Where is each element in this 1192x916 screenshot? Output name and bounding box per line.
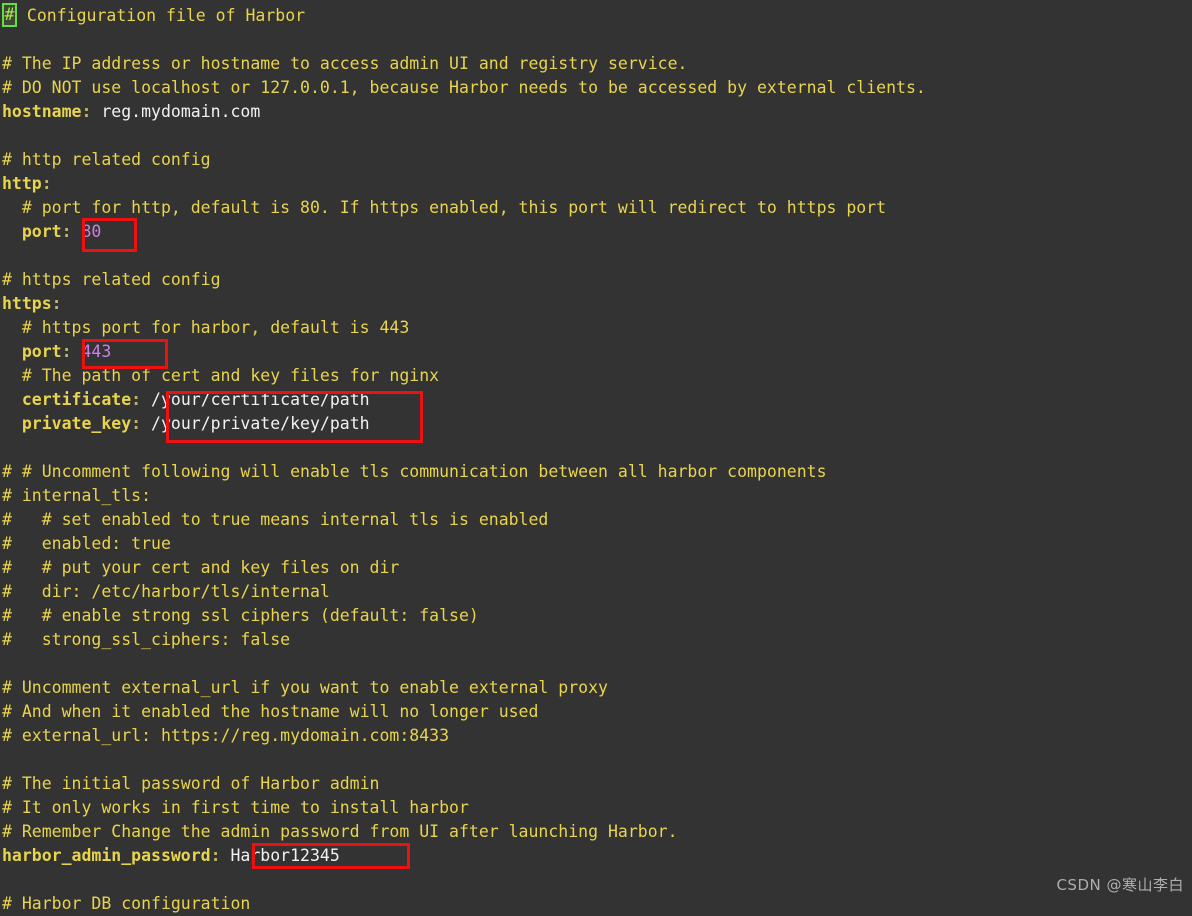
code-content[interactable]: # Configuration file of Harbor # The IP … [2,3,1192,916]
code-line-14: # https port for harbor, default is 443 [2,316,1192,340]
comment-text: # It only works in first time to install… [2,798,469,817]
code-line-7: # http related config [2,148,1192,172]
code-line-29: # Uncomment external_url if you want to … [2,676,1192,700]
comment-text: # external_url: https://reg.mydomain.com… [2,726,450,745]
comment-text: # And when it enabled the hostname will … [2,702,539,721]
comment-text: # https related config [2,270,221,289]
admin-password-value: Harbor12345 [230,846,340,865]
comment-text: # Remember Change the admin password fro… [2,822,678,841]
code-line-32-blank [2,748,1192,772]
comment-text: # http related config [2,150,211,169]
code-line-6-blank [2,124,1192,148]
code-line-24: # # put your cert and key files on dir [2,556,1192,580]
code-line-33: # The initial password of Harbor admin [2,772,1192,796]
code-line-28-blank [2,652,1192,676]
yaml-key-port: port [21,222,62,241]
code-line-11-blank [2,244,1192,268]
code-line-https: https: [2,292,1192,316]
comment-text: # The IP address or hostname to access a… [2,54,688,73]
comment-text: # The initial password of Harbor admin [2,774,380,793]
yaml-value-hostname [91,102,101,121]
bracket-match-highlight: # [2,3,17,27]
yaml-key-https: https [2,294,52,313]
yaml-key-http: http [2,174,42,193]
csdn-watermark: CSDN @寒山李白 [1056,876,1184,894]
code-line-27: # strong_ssl_ciphers: false [2,628,1192,652]
code-line-34: # It only works in first time to install… [2,796,1192,820]
hostname-value: reg.mydomain.com [101,102,261,121]
comment-text: # # enable strong ssl ciphers (default: … [2,606,479,625]
code-line-16: # The path of cert and key files for ngi… [2,364,1192,388]
comment-text: # port for http, default is 80. If https… [2,198,887,217]
code-line-3: # The IP address or hostname to access a… [2,52,1192,76]
code-line-2-blank [2,28,1192,52]
colon: : [131,414,142,433]
comment-text: # strong_ssl_ciphers: false [2,630,291,649]
comment-text: # # set enabled to true means internal t… [2,510,549,529]
code-line-31: # external_url: https://reg.mydomain.com… [2,724,1192,748]
yaml-key-port: port [21,342,62,361]
yaml-key-hostname: hostname [2,102,82,121]
code-line-37-blank [2,868,1192,892]
colon: : [210,846,221,865]
colon: : [41,174,52,193]
https-port-value: 443 [81,342,112,361]
code-line-http: http: [2,172,1192,196]
code-line-38: # Harbor DB configuration [2,892,1192,916]
code-line-26: # # enable strong ssl ciphers (default: … [2,604,1192,628]
colon: : [131,390,142,409]
comment-text: # https port for harbor, default is 443 [2,318,410,337]
comment-text: # dir: /etc/harbor/tls/internal [2,582,330,601]
code-line-35: # Remember Change the admin password fro… [2,820,1192,844]
colon: : [61,342,72,361]
private-key-path-value: /your/private/key/path [151,414,370,433]
code-line-http-port: port: 80 [2,220,1192,244]
comment-text: # internal_tls: [2,486,152,505]
code-line-22: # # set enabled to true means internal t… [2,508,1192,532]
code-line-12: # https related config [2,268,1192,292]
code-line-23: # enabled: true [2,532,1192,556]
comment-text: # DO NOT use localhost or 127.0.0.1, bec… [2,78,926,97]
certificate-path-value: /your/certificate/path [151,390,370,409]
code-line-19-blank [2,436,1192,460]
http-port-value: 80 [81,222,102,241]
comment-text: # Uncomment external_url if you want to … [2,678,608,697]
code-line-9: # port for http, default is 80. If https… [2,196,1192,220]
yaml-key-harbor-admin-password: harbor_admin_password [2,846,211,865]
colon: : [81,102,92,121]
comment-text: # Harbor DB configuration [2,894,251,913]
colon: : [61,222,72,241]
code-line-20: # # Uncomment following will enable tls … [2,460,1192,484]
comment-text: # The path of cert and key files for ngi… [2,366,440,385]
comment-text: # enabled: true [2,534,171,553]
code-line-4: # DO NOT use localhost or 127.0.0.1, bec… [2,76,1192,100]
code-line-1-text: Configuration file of Harbor [17,6,306,25]
code-line-admin-password: harbor_admin_password: Harbor12345 [2,844,1192,868]
code-line-25: # dir: /etc/harbor/tls/internal [2,580,1192,604]
code-line-1: # Configuration file of Harbor [2,3,1192,28]
comment-text: # # Uncomment following will enable tls … [2,462,827,481]
code-line-hostname: hostname: reg.mydomain.com [2,100,1192,124]
yaml-key-private-key: private_key [21,414,132,433]
code-line-30: # And when it enabled the hostname will … [2,700,1192,724]
code-line-private-key: private_key: /your/private/key/path [2,412,1192,436]
colon: : [51,294,62,313]
code-line-21: # internal_tls: [2,484,1192,508]
code-line-certificate: certificate: /your/certificate/path [2,388,1192,412]
text-editor-window[interactable]: # Configuration file of Harbor # The IP … [0,0,1192,913]
yaml-key-certificate: certificate [21,390,132,409]
code-line-https-port: port: 443 [2,340,1192,364]
comment-text: # # put your cert and key files on dir [2,558,400,577]
